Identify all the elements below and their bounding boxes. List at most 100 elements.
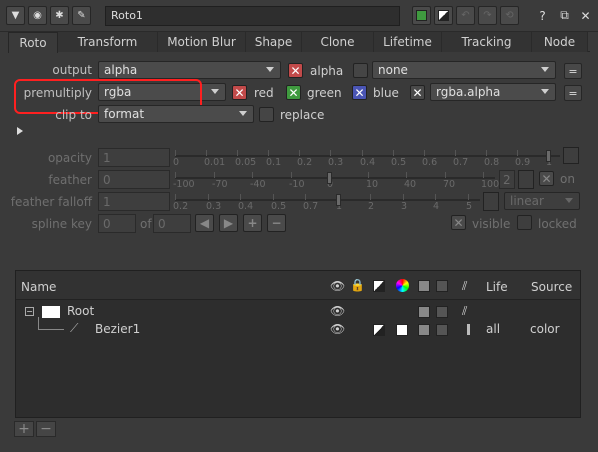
falloff-animation-button[interactable] — [483, 192, 499, 211]
slider-tick — [362, 150, 363, 156]
slider-tick-label: -70 — [212, 179, 228, 190]
spline-key-field[interactable]: 0 — [98, 214, 136, 233]
prev-key-icon[interactable]: ◀ — [195, 214, 214, 232]
name-column-header[interactable]: Name — [21, 280, 56, 294]
tab-transform[interactable]: Transform — [58, 32, 158, 52]
invert-column-icon[interactable] — [418, 280, 430, 292]
blend-toggle[interactable] — [373, 324, 385, 336]
slider-handle[interactable] — [546, 150, 551, 162]
expand-arrow-icon[interactable] — [17, 127, 23, 135]
revert-icon[interactable]: ⟲ — [500, 6, 519, 25]
table-row[interactable]: ⟋ Bezier1 👁 all color — [16, 317, 580, 339]
blend-column-icon[interactable] — [373, 280, 385, 292]
visible-checkbox[interactable]: ✕ — [451, 215, 466, 230]
spline-key-total-field[interactable]: 0 — [153, 214, 191, 233]
redo-icon[interactable]: ↷ — [478, 6, 497, 25]
bug-icon[interactable]: ✱ — [50, 6, 69, 25]
clip-to-dropdown[interactable]: format — [98, 105, 254, 123]
invert-toggle[interactable] — [418, 324, 430, 336]
node-icon[interactable]: ◉ — [28, 6, 47, 25]
feather-slider[interactable]: -100 -70 -40 -10 0 10 40 70 100 — [173, 170, 499, 190]
remove-key-icon[interactable]: − — [267, 214, 286, 232]
alpha-checkbox[interactable]: ✕ — [288, 63, 303, 78]
tab-tracking[interactable]: Tracking — [442, 32, 532, 52]
tab-roto[interactable]: Roto — [8, 32, 58, 53]
tab-node[interactable]: Node — [532, 32, 588, 52]
node-name-field[interactable]: Roto1 — [105, 6, 400, 26]
tab-clone[interactable]: Clone — [302, 32, 374, 52]
output-link-button[interactable]: = — [564, 63, 582, 79]
next-key-icon[interactable]: ▶ — [219, 214, 238, 232]
lock-column-icon[interactable]: 🔒 — [350, 278, 365, 292]
motion-blur-column-icon[interactable] — [436, 280, 448, 292]
replace-checkbox[interactable] — [259, 107, 274, 122]
output-mask-dropdown[interactable]: none — [372, 61, 556, 79]
slider-tick — [252, 172, 253, 178]
tree-line — [38, 317, 39, 329]
overlay-toggle[interactable] — [467, 324, 470, 335]
slider-tick-label: 0.7 — [303, 201, 319, 212]
overlay-toggle-icon[interactable]: ⫽ — [462, 304, 467, 319]
remove-shape-button[interactable]: − — [36, 421, 56, 437]
close-icon[interactable]: ✕ — [576, 6, 595, 25]
feather-field[interactable]: 0 — [98, 170, 170, 189]
slider-tick-label: 0.05 — [235, 157, 257, 168]
feather-falloff-field[interactable]: 1 — [98, 192, 170, 211]
chevron-down-icon — [541, 67, 549, 72]
tab-shape[interactable]: Shape — [246, 32, 302, 52]
source-column-header[interactable]: Source — [531, 280, 572, 294]
feather-on-checkbox[interactable]: ✕ — [539, 171, 554, 186]
tab-motion-blur[interactable]: Motion Blur — [158, 32, 246, 52]
float-icon[interactable]: ⧉ — [555, 6, 574, 25]
replace-label: replace — [280, 108, 325, 122]
wrench-icon[interactable]: ✎ — [72, 6, 91, 25]
overlay-column-icon[interactable]: ⫽ — [462, 279, 467, 294]
slider-tick — [403, 194, 404, 200]
slider-handle[interactable] — [336, 194, 341, 206]
opacity-animation-button[interactable] — [563, 147, 579, 164]
slider-handle[interactable] — [327, 172, 332, 184]
slider-tick-label: 0.3 — [328, 157, 344, 168]
motion-blur-toggle[interactable] — [436, 306, 448, 318]
falloff-mode-dropdown[interactable]: linear — [504, 192, 580, 210]
slider-tick — [455, 150, 456, 156]
green-checkbox[interactable]: ✕ — [286, 85, 301, 100]
red-checkbox[interactable]: ✕ — [232, 85, 247, 100]
visibility-toggle-icon[interactable]: 👁 — [330, 304, 345, 318]
table-row[interactable]: − Root 👁 ⫽ — [16, 303, 580, 321]
opacity-field[interactable]: 1 — [98, 148, 170, 167]
life-column-header[interactable]: Life — [486, 280, 508, 294]
locked-label: locked — [538, 217, 577, 231]
add-key-icon[interactable]: + — [243, 214, 262, 232]
bw-icon[interactable] — [434, 6, 453, 25]
output-mask-checkbox[interactable] — [353, 63, 368, 78]
slider-tick — [393, 150, 394, 156]
color-swatch[interactable] — [396, 324, 408, 336]
slider-tick-label: 0.5 — [391, 157, 407, 168]
blue-checkbox[interactable]: ✕ — [352, 85, 367, 100]
slider-tick-label: -100 — [173, 179, 195, 190]
tab-lifetime[interactable]: Lifetime — [374, 32, 442, 52]
color-icon[interactable] — [412, 6, 431, 25]
collapse-tree-icon[interactable]: − — [25, 307, 34, 316]
visibility-column-icon[interactable]: 👁 — [330, 279, 345, 293]
slider-tick — [368, 172, 369, 178]
color-column-icon[interactable] — [396, 279, 409, 292]
locked-checkbox[interactable] — [517, 215, 532, 230]
visibility-toggle-icon[interactable]: 👁 — [330, 322, 345, 336]
help-icon[interactable]: ? — [533, 6, 552, 25]
mask-checkbox[interactable]: ✕ — [410, 85, 425, 100]
mask-channel-dropdown[interactable]: rgba.alpha — [430, 83, 556, 101]
output-dropdown[interactable]: alpha — [98, 61, 281, 79]
feather-count-field[interactable]: 2 — [499, 170, 515, 189]
add-shape-button[interactable]: + — [14, 421, 34, 437]
undo-icon[interactable]: ↶ — [456, 6, 475, 25]
feather-falloff-slider[interactable]: 0.2 0.3 0.4 0.5 0.7 1 2 3 4 5 — [173, 192, 480, 212]
opacity-slider[interactable]: 0 0.01 0.05 0.1 0.2 0.3 0.4 0.5 0.6 0.7 0.8 0.9 1 — [173, 148, 560, 168]
collapse-icon[interactable]: ▼ — [6, 6, 25, 25]
feather-animation-button[interactable] — [518, 170, 534, 189]
premultiply-link-button[interactable]: = — [564, 85, 582, 101]
motion-blur-toggle[interactable] — [436, 324, 448, 336]
invert-toggle[interactable] — [418, 306, 430, 318]
mask-channel-value: rgba.alpha — [436, 85, 501, 99]
